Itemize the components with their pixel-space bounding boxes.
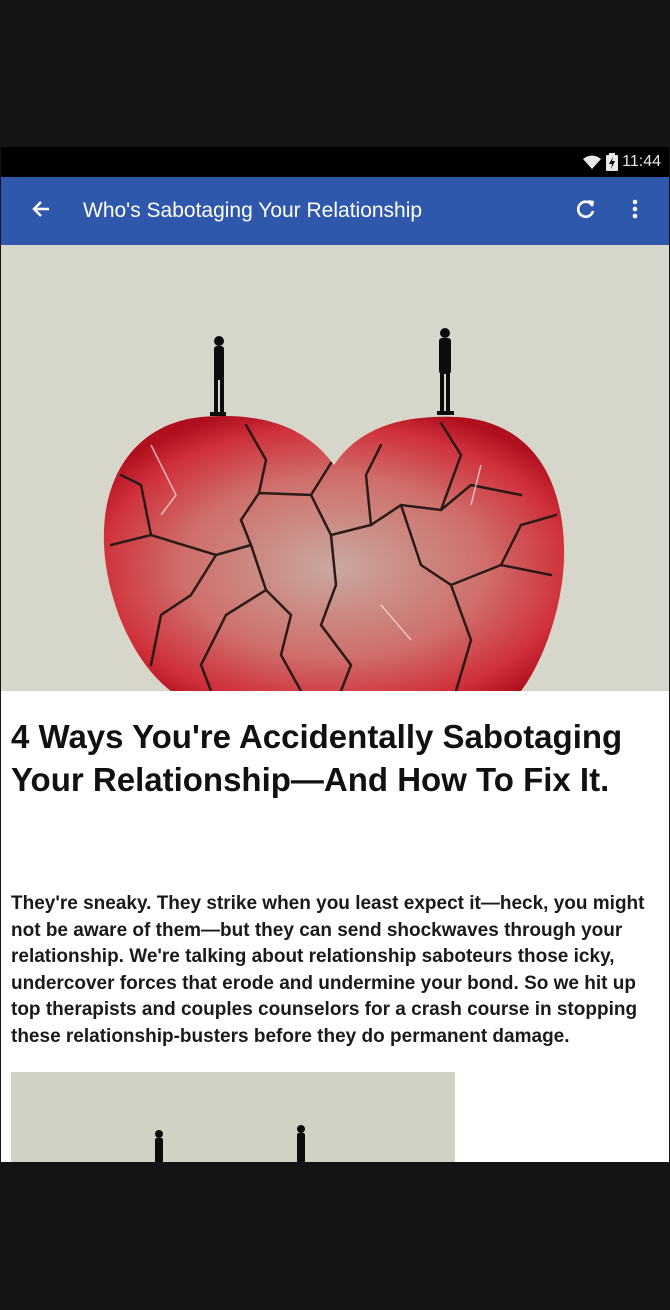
overflow-menu-button[interactable] xyxy=(609,177,669,245)
right-silhouette xyxy=(437,328,454,415)
clock: 11:44 xyxy=(622,153,661,170)
arrow-left-icon xyxy=(31,199,51,224)
page-title: Who's Sabotaging Your Relationship xyxy=(83,199,423,222)
article-body: They're sneaky. They strike when you lea… xyxy=(11,893,645,1047)
back-button[interactable] xyxy=(1,177,83,245)
app-bar: Who's Sabotaging Your Relationship xyxy=(1,177,669,245)
refresh-icon xyxy=(575,198,597,225)
phone-screen: 11:44 Who's Sabotaging Your Relationship xyxy=(1,147,669,1162)
battery-icon xyxy=(606,153,619,171)
left-silhouette xyxy=(210,336,226,416)
hero-image xyxy=(1,245,669,691)
article-headline: 4 Ways You're Accidentally Sabotaging Yo… xyxy=(11,718,623,798)
refresh-button[interactable] xyxy=(563,177,609,245)
article-content: 4 Ways You're Accidentally Sabotaging Yo… xyxy=(1,691,669,1162)
wifi-icon xyxy=(582,154,602,170)
status-bar: 11:44 xyxy=(1,147,669,177)
more-vert-icon xyxy=(632,199,638,224)
article-image xyxy=(11,1072,455,1162)
